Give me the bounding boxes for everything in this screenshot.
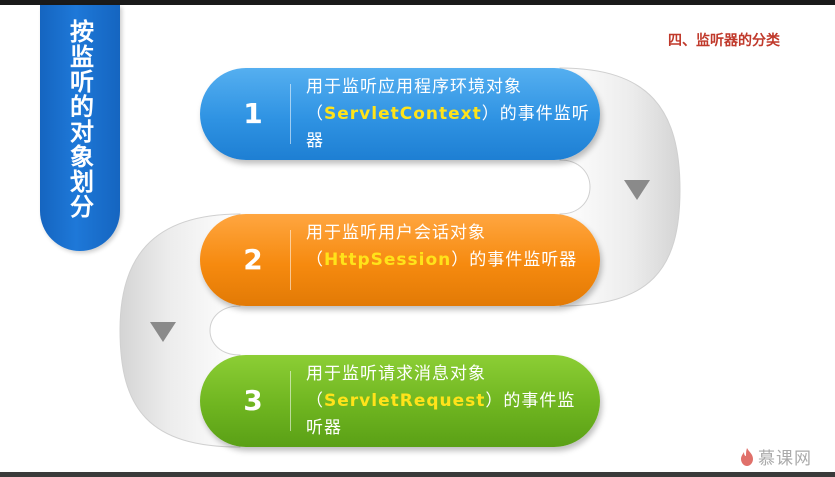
step-description: 用于监听用户会话对象（HttpSession）的事件监听器 bbox=[306, 220, 591, 274]
step-card-1: 1 用于监听应用程序环境对象（ServletContext）的事件监听器 bbox=[200, 68, 600, 160]
step-keyword: ServletContext bbox=[324, 104, 482, 124]
step-number: 3 bbox=[243, 384, 263, 417]
step-description: 用于监听应用程序环境对象（ServletContext）的事件监听器 bbox=[306, 74, 591, 155]
step-number: 1 bbox=[243, 97, 263, 130]
step-keyword: ServletRequest bbox=[324, 391, 486, 411]
watermark-text: 慕课网 bbox=[758, 449, 812, 469]
step-keyword: HttpSession bbox=[324, 250, 452, 270]
step-card-2: 2 用于监听用户会话对象（HttpSession）的事件监听器 bbox=[200, 214, 600, 306]
step-divider bbox=[290, 230, 291, 290]
flame-icon bbox=[741, 447, 753, 466]
step-divider bbox=[290, 84, 291, 144]
watermark: 慕课网 bbox=[740, 444, 812, 469]
bottom-bar bbox=[0, 472, 835, 477]
step-description: 用于监听请求消息对象（ServletRequest）的事件监听器 bbox=[306, 361, 591, 442]
step-divider bbox=[290, 371, 291, 431]
step-text-post: ）的事件监听器 bbox=[451, 250, 578, 270]
step-card-3: 3 用于监听请求消息对象（ServletRequest）的事件监听器 bbox=[200, 355, 600, 447]
step-number: 2 bbox=[243, 243, 263, 276]
